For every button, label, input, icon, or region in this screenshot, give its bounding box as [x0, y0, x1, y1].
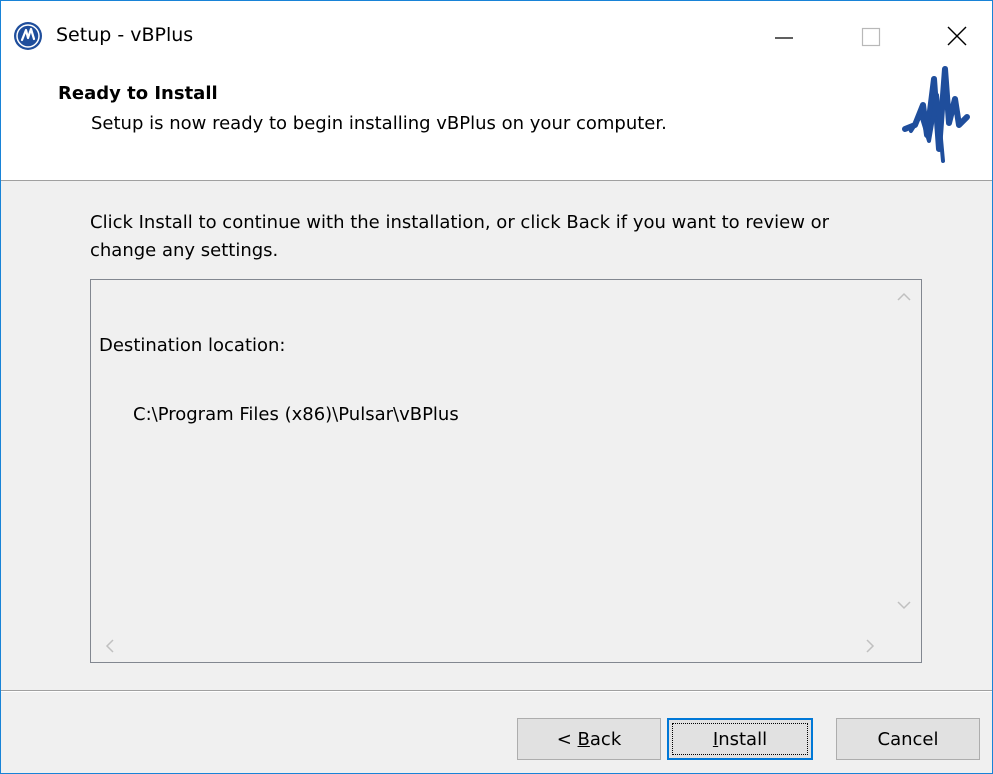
scroll-left-icon[interactable]	[103, 638, 117, 654]
window-title: Setup - vBPlus	[56, 24, 194, 46]
back-button-label: ack	[589, 728, 622, 750]
maximize-button[interactable]	[829, 1, 921, 65]
instruction-text: Click Install to continue with the insta…	[90, 212, 830, 261]
scroll-up-icon[interactable]	[896, 290, 912, 304]
page-subtitle: Setup is now ready to begin installing v…	[91, 113, 667, 134]
focus-rectangle	[672, 723, 808, 755]
wizard-header: Ready to Install Setup is now ready to b…	[1, 65, 992, 181]
back-button[interactable]: < Back	[517, 718, 661, 760]
install-button[interactable]: Install	[667, 718, 813, 760]
scroll-corner	[887, 628, 921, 662]
cancel-button[interactable]: Cancel	[836, 718, 980, 760]
maximize-icon	[861, 27, 881, 47]
back-button-prefix: <	[556, 728, 578, 750]
footer-divider-highlight	[1, 691, 992, 692]
minimize-icon	[775, 37, 793, 39]
scroll-right-icon[interactable]	[863, 638, 877, 654]
ready-memo[interactable]: Destination location: C:\Program Files (…	[90, 279, 922, 663]
title-bar[interactable]: Setup - vBPlus	[1, 1, 992, 65]
close-icon	[947, 26, 967, 46]
horizontal-scrollbar[interactable]	[91, 628, 887, 662]
minimize-button[interactable]	[737, 1, 829, 65]
memo-destination-label: Destination location:	[99, 335, 286, 356]
memo-destination-path: C:\Program Files (x86)\Pulsar\vBPlus	[133, 404, 459, 425]
page-title: Ready to Install	[58, 83, 218, 104]
setup-window: Setup - vBPlus Ready to Install Setup is…	[0, 0, 993, 774]
cancel-button-label: Cancel	[877, 728, 939, 750]
close-button[interactable]	[921, 1, 992, 65]
back-button-mnemonic: B	[577, 728, 590, 750]
memo-content: Destination location: C:\Program Files (…	[99, 288, 459, 472]
vertical-scrollbar[interactable]	[887, 280, 921, 620]
scroll-down-icon[interactable]	[896, 598, 912, 612]
app-icon	[13, 21, 43, 51]
pulsar-logo-icon	[901, 65, 971, 173]
